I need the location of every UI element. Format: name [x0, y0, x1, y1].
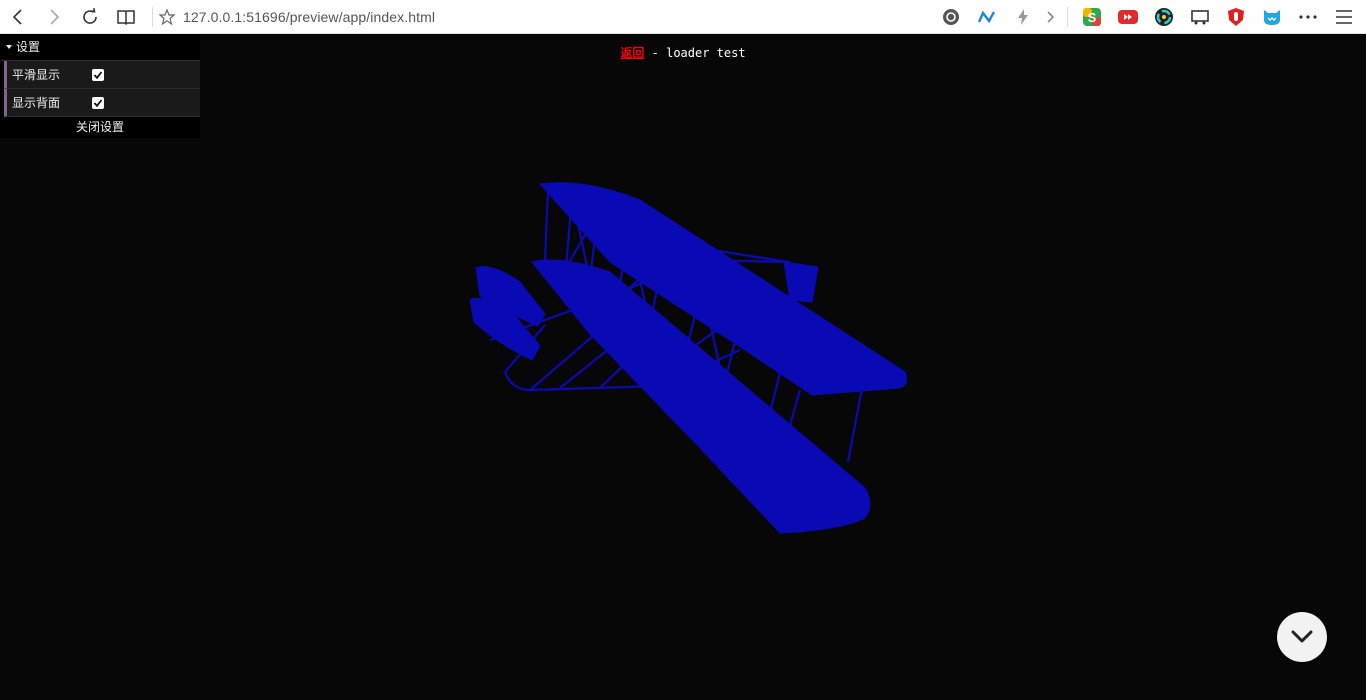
camera-extension-icon [943, 9, 959, 25]
extension-5[interactable] [1110, 0, 1146, 34]
forward-arrow-icon [50, 8, 60, 25]
video-extension-icon [1118, 10, 1138, 24]
wing-strut [846, 387, 864, 463]
browser-toolbar: 127.0.0.1:51696/preview/app/index.html S [0, 0, 1366, 34]
control-label: 显示背面 [12, 96, 61, 110]
3d-viewport[interactable] [0, 34, 1366, 700]
close-settings-button[interactable]: 关闭设置 [0, 117, 200, 137]
back-arrow-icon [12, 8, 22, 25]
extension-1[interactable] [933, 0, 969, 34]
page-info: 返回 - loader test [0, 44, 1366, 61]
settings-folder-label: 设置 [16, 39, 41, 54]
s-logo-extension-icon: S [1083, 8, 1101, 26]
back-button[interactable] [0, 0, 36, 34]
more-dots-icon [1299, 15, 1317, 19]
settings-panel: 设置 平滑显示 显示背面 关闭设置 [0, 34, 200, 138]
reading-view-button[interactable] [108, 0, 144, 34]
extension-2[interactable] [969, 0, 1005, 34]
tail-rudder [783, 261, 819, 303]
chevron-right-icon [1047, 11, 1054, 23]
title-separator: - [644, 46, 667, 60]
svg-text:S: S [1088, 10, 1097, 25]
wing-strut [543, 189, 550, 261]
n-logo-extension-icon [978, 10, 996, 24]
favorite-star-icon[interactable] [159, 8, 175, 25]
settings-folder-title[interactable]: 设置 [0, 34, 200, 61]
reload-icon [83, 7, 97, 24]
color-wheel-extension-icon [1155, 8, 1173, 26]
control-show-backface: 显示背面 [4, 89, 200, 117]
scroll-down-button[interactable] [1277, 612, 1327, 662]
page-title: loader test [666, 46, 746, 60]
smooth-shading-checkbox[interactable] [92, 68, 104, 81]
shield-extension-icon [1228, 8, 1244, 26]
reading-view-icon [117, 9, 135, 25]
extension-3[interactable] [1005, 0, 1041, 34]
url-text[interactable]: 127.0.0.1:51696/preview/app/index.html [183, 9, 435, 25]
extensions-area: S [933, 0, 1366, 34]
address-bar[interactable]: 127.0.0.1:51696/preview/app/index.html [159, 0, 919, 34]
check-icon [93, 70, 103, 79]
hamburger-menu-icon [1336, 10, 1352, 24]
show-backface-checkbox[interactable] [92, 96, 104, 109]
forward-button[interactable] [36, 0, 72, 34]
cat-extension-icon [1264, 10, 1280, 25]
extension-7[interactable] [1182, 0, 1218, 34]
toolbar-divider [152, 6, 153, 27]
lightning-extension-icon [1018, 9, 1028, 25]
check-icon [93, 98, 103, 107]
extension-8[interactable] [1218, 0, 1254, 34]
control-smooth-shading: 平滑显示 [4, 61, 200, 89]
chevron-down-icon [1291, 630, 1313, 643]
triangle-down-icon [6, 45, 12, 49]
more-button[interactable] [1290, 0, 1326, 34]
extension-9[interactable] [1254, 0, 1290, 34]
extension-4[interactable]: S [1074, 0, 1110, 34]
airplane-model [469, 182, 908, 534]
control-label: 平滑显示 [12, 68, 61, 82]
menu-button[interactable] [1326, 0, 1362, 34]
cast-extension-icon [1191, 10, 1209, 25]
extensions-divider [1067, 7, 1068, 27]
extension-overflow[interactable] [1041, 0, 1061, 34]
back-link[interactable]: 返回 [620, 46, 644, 60]
reload-button[interactable] [72, 0, 108, 34]
extension-6[interactable] [1146, 0, 1182, 34]
